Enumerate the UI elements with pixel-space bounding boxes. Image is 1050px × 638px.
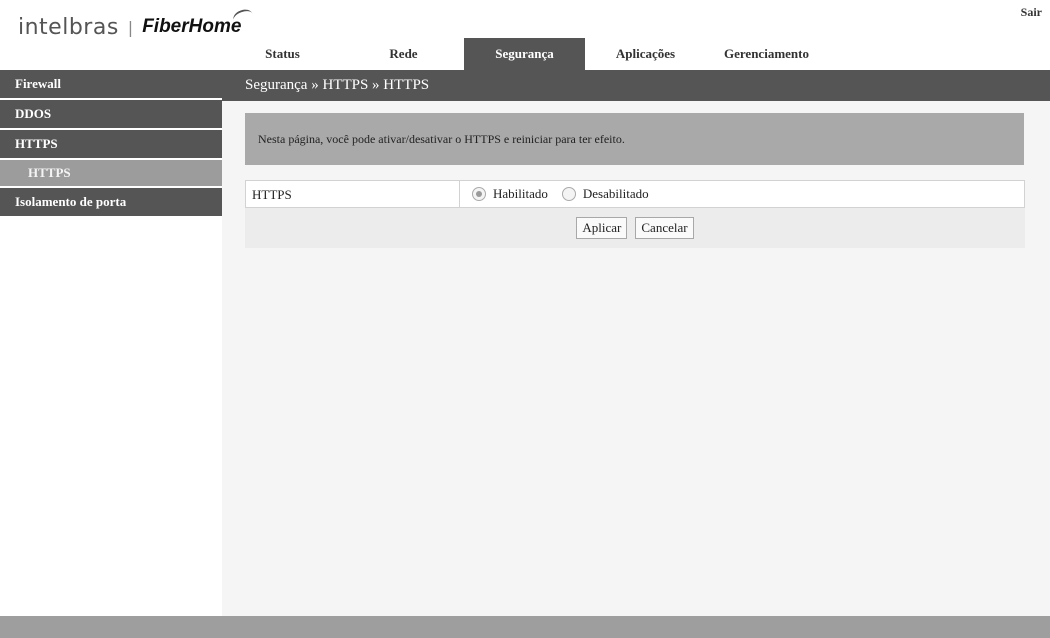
tab-gerenciamento[interactable]: Gerenciamento <box>706 38 827 70</box>
https-form-row: HTTPS Habilitado Desabilitado <box>245 180 1025 208</box>
logo-swoosh-icon <box>231 7 256 27</box>
tab-seguranca[interactable]: Segurança <box>464 38 585 70</box>
info-banner: Nesta página, você pode ativar/desativar… <box>245 113 1024 165</box>
form-buttons: Aplicar Cancelar <box>245 208 1025 248</box>
sidebar-item-firewall[interactable]: Firewall <box>0 70 222 98</box>
logo-fiberhome: FiberHome <box>142 7 256 38</box>
sidebar-item-https[interactable]: HTTPS <box>0 130 222 158</box>
radio-habilitado[interactable] <box>472 187 486 201</box>
cancel-button[interactable]: Cancelar <box>635 217 694 239</box>
main-content: Nesta página, você pode ativar/desativar… <box>222 101 1050 616</box>
radio-option-desabilitado[interactable]: Desabilitado <box>561 186 649 202</box>
sidebar-item-isolamento-de-porta[interactable]: Isolamento de porta <box>0 188 222 216</box>
tab-rede[interactable]: Rede <box>343 38 464 70</box>
apply-button[interactable]: Aplicar <box>576 217 628 239</box>
radio-option-habilitado[interactable]: Habilitado <box>472 186 548 202</box>
sidebar-item-ddos[interactable]: DDOS <box>0 100 222 128</box>
logo: intelbras | FiberHome <box>18 7 256 44</box>
logo-intelbras: intelbras <box>18 14 119 40</box>
tab-aplicacoes[interactable]: Aplicações <box>585 38 706 70</box>
radio-desabilitado-label: Desabilitado <box>582 186 649 201</box>
radio-desabilitado[interactable] <box>561 187 576 201</box>
sidebar: Firewall DDOS HTTPS HTTPS Isolamento de … <box>0 70 222 616</box>
footer-bar <box>0 616 1050 638</box>
radio-habilitado-label: Habilitado <box>493 186 548 201</box>
sidebar-subitem-https[interactable]: HTTPS <box>0 160 222 186</box>
breadcrumb: Segurança » HTTPS » HTTPS <box>245 77 430 93</box>
https-radio-group: Habilitado Desabilitado <box>460 186 663 202</box>
top-nav: Status Rede Segurança Aplicações Gerenci… <box>222 38 827 70</box>
https-field-label: HTTPS <box>246 181 460 207</box>
logout-link[interactable]: Sair <box>1021 5 1042 20</box>
tab-status[interactable]: Status <box>222 38 343 70</box>
logo-separator: | <box>127 17 134 37</box>
